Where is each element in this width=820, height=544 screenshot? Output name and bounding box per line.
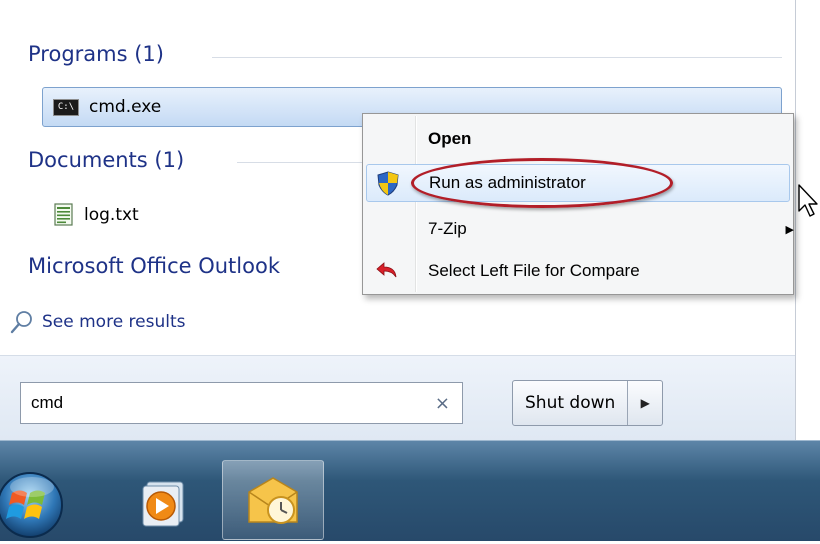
taskbar-media-player[interactable] (112, 460, 214, 540)
menu-7zip-label: 7-Zip (428, 219, 467, 238)
context-menu: Open Run as administrator 7-Zip ▶ Select… (362, 113, 794, 295)
programs-header-label: Programs (1) (28, 42, 164, 66)
submenu-arrow-icon: ▶ (785, 222, 794, 236)
shutdown-button-group: Shut down ▶ (512, 380, 664, 426)
start-orb[interactable] (0, 465, 70, 540)
shutdown-label: Shut down (525, 393, 616, 413)
shutdown-button[interactable]: Shut down (513, 381, 629, 425)
uac-shield-icon (375, 170, 401, 196)
search-icon (10, 311, 32, 334)
menu-compare-label: Select Left File for Compare (428, 261, 640, 280)
programs-divider (212, 57, 782, 58)
taskbar-outlook[interactable] (222, 460, 324, 540)
result-cmd-label: cmd.exe (89, 97, 162, 117)
cmd-icon: C:\ (53, 98, 79, 116)
menu-item-open[interactable]: Open (366, 120, 790, 158)
see-more-results-link[interactable]: See more results (10, 310, 186, 334)
search-box[interactable]: × (20, 382, 463, 424)
media-player-icon (142, 481, 184, 527)
documents-section-header: Documents (1) (28, 148, 184, 172)
programs-section-header: Programs (1) (28, 42, 164, 66)
outlook-section-header[interactable]: Microsoft Office Outlook (28, 254, 280, 278)
documents-divider (237, 162, 367, 163)
shutdown-options-arrow-icon[interactable]: ▶ (628, 381, 662, 425)
see-more-label: See more results (42, 312, 186, 332)
documents-header-label: Documents (1) (28, 148, 185, 172)
result-log-txt[interactable]: log.txt (42, 196, 139, 234)
search-input[interactable] (29, 392, 413, 414)
outlook-header-label: Microsoft Office Outlook (28, 254, 280, 278)
menu-item-7zip[interactable]: 7-Zip ▶ (366, 210, 794, 248)
outlook-icon (248, 477, 298, 524)
clear-search-icon[interactable]: × (435, 393, 450, 414)
result-log-label: log.txt (84, 205, 139, 225)
menu-open-label: Open (428, 129, 472, 148)
menu-item-run-as-administrator[interactable]: Run as administrator (366, 164, 790, 202)
mouse-cursor-icon (798, 184, 818, 217)
compare-arrow-icon (374, 258, 400, 284)
windows-logo-icon (0, 472, 63, 538)
menu-run-admin-label: Run as administrator (429, 173, 586, 192)
menu-item-select-left-file-compare[interactable]: Select Left File for Compare (366, 252, 790, 290)
text-file-icon (54, 203, 73, 226)
